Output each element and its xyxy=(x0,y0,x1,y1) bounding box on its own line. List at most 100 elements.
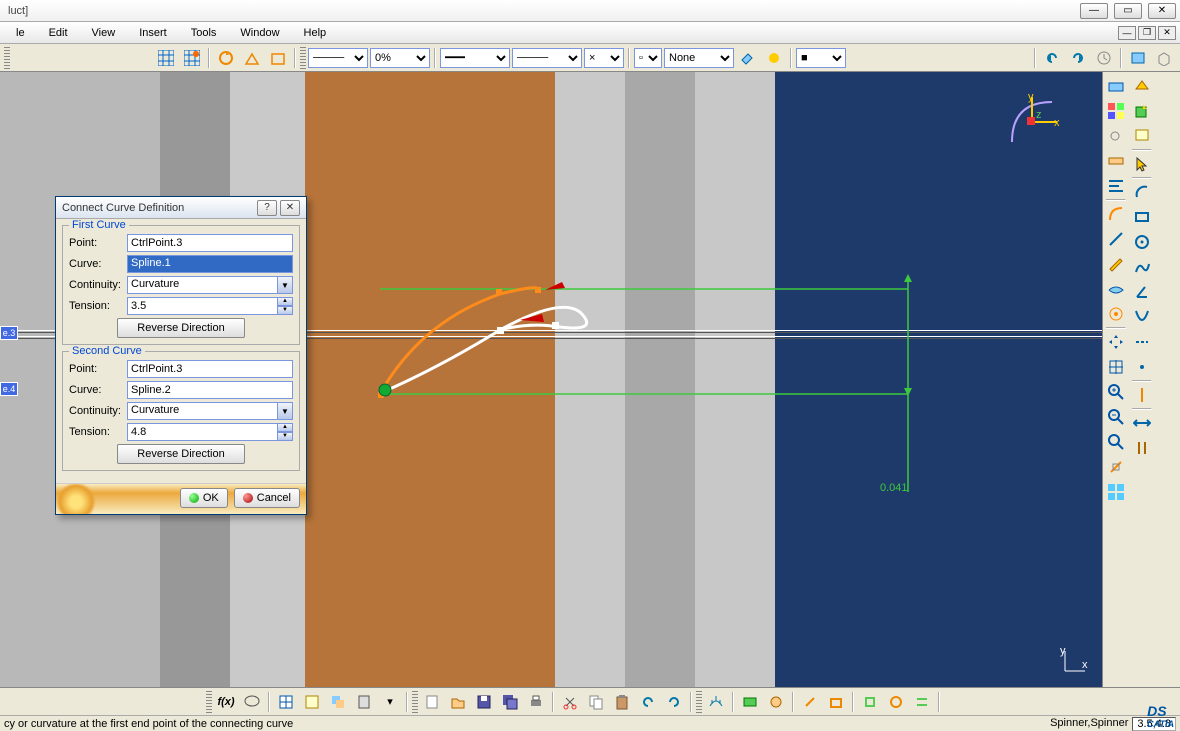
first-reverse-button[interactable]: Reverse Direction xyxy=(117,318,245,338)
circle-arc-icon[interactable] xyxy=(1130,180,1154,204)
cut-icon[interactable] xyxy=(558,690,582,714)
shape-icon[interactable] xyxy=(266,46,290,70)
tangent-line-icon[interactable] xyxy=(1130,383,1154,407)
dialog-help-button[interactable]: ? xyxy=(257,200,277,216)
light-icon[interactable] xyxy=(762,46,786,70)
maximize-button[interactable]: ▭ xyxy=(1114,3,1142,19)
palette-icon[interactable] xyxy=(1104,99,1128,123)
undo-icon[interactable] xyxy=(636,690,660,714)
color-combo[interactable]: ■ xyxy=(796,48,846,68)
mdi-restore-button[interactable]: ❐ xyxy=(1138,26,1156,40)
redo-icon[interactable] xyxy=(662,690,686,714)
undo-icon[interactable] xyxy=(1040,46,1064,70)
select-arrow-icon[interactable] xyxy=(1130,152,1154,176)
annotate-icon[interactable] xyxy=(1130,124,1154,148)
arc-icon[interactable] xyxy=(1104,202,1128,226)
print-icon[interactable] xyxy=(524,690,548,714)
spinner-down-button[interactable]: ▼ xyxy=(277,306,293,315)
toolbar-grip[interactable] xyxy=(300,47,306,69)
dropdown-button[interactable]: ▼ xyxy=(277,402,293,420)
compass-icon[interactable]: x y z xyxy=(1002,92,1062,152)
hresize-icon[interactable] xyxy=(1130,411,1154,435)
menu-view[interactable]: View xyxy=(80,25,128,41)
menu-help[interactable]: Help xyxy=(292,25,339,41)
angle-icon[interactable] xyxy=(1130,280,1154,304)
drafting-icon[interactable] xyxy=(300,690,324,714)
history-icon[interactable] xyxy=(1092,46,1116,70)
first-continuity-combo[interactable]: Curvature xyxy=(127,276,277,294)
diag-constraint-icon[interactable] xyxy=(884,690,908,714)
catalog-icon[interactable] xyxy=(352,690,376,714)
new-icon[interactable] xyxy=(420,690,444,714)
table-icon[interactable] xyxy=(274,690,298,714)
mdi-close-button[interactable]: ✕ xyxy=(1158,26,1176,40)
dim-constraint-icon[interactable] xyxy=(910,690,934,714)
open-icon[interactable] xyxy=(446,690,470,714)
cancel-button[interactable]: Cancel xyxy=(234,488,300,508)
menu-insert[interactable]: Insert xyxy=(127,25,179,41)
analysis-icon[interactable] xyxy=(240,46,264,70)
first-tension-field[interactable] xyxy=(127,297,277,315)
bracket-icon[interactable] xyxy=(1130,436,1154,460)
formula-icon[interactable]: f(x) xyxy=(214,690,238,714)
scale-icon[interactable] xyxy=(1104,149,1128,173)
output3d-icon[interactable] xyxy=(824,690,848,714)
snap-grid-icon[interactable] xyxy=(180,46,204,70)
spinner-down-button[interactable]: ▼ xyxy=(277,432,293,441)
export-icon[interactable] xyxy=(1130,99,1154,123)
minimize-button[interactable]: — xyxy=(1080,3,1108,19)
line-icon[interactable] xyxy=(1104,227,1128,251)
sketch-icon[interactable] xyxy=(1104,252,1128,276)
menu-tools[interactable]: Tools xyxy=(179,25,229,41)
replace-icon[interactable] xyxy=(326,690,350,714)
move-icon[interactable] xyxy=(1104,330,1128,354)
second-point-field[interactable] xyxy=(127,360,293,378)
grid-icon[interactable] xyxy=(154,46,178,70)
toolbar-grip[interactable] xyxy=(4,47,10,69)
catalog-dropdown-icon[interactable]: ▾ xyxy=(378,690,402,714)
normal-view-icon[interactable] xyxy=(1104,455,1128,479)
save-all-icon[interactable] xyxy=(498,690,522,714)
fit-icon[interactable] xyxy=(1104,355,1128,379)
show-constraint-icon[interactable] xyxy=(858,690,882,714)
first-point-field[interactable] xyxy=(127,234,293,252)
convert-icon[interactable] xyxy=(738,690,762,714)
tree-item[interactable]: e.4 xyxy=(0,382,18,396)
save-icon[interactable] xyxy=(472,690,496,714)
parabola-icon[interactable] xyxy=(1130,305,1154,329)
lineweight-combo[interactable]: ━━━ xyxy=(440,48,510,68)
rectangle-icon[interactable] xyxy=(1130,205,1154,229)
toolbar-grip[interactable] xyxy=(206,691,212,713)
point-icon[interactable] xyxy=(1130,355,1154,379)
spinner-up-button[interactable]: ▲ xyxy=(277,297,293,306)
box-icon[interactable] xyxy=(1152,46,1176,70)
second-tension-field[interactable] xyxy=(127,423,277,441)
toolbar-grip[interactable] xyxy=(696,691,702,713)
copy-icon[interactable] xyxy=(584,690,608,714)
linetype-combo[interactable]: ──── xyxy=(308,48,368,68)
ok-button[interactable]: OK xyxy=(180,488,228,508)
toolbar-grip[interactable] xyxy=(412,691,418,713)
paint-icon[interactable] xyxy=(736,46,760,70)
layer-combo[interactable]: None xyxy=(664,48,734,68)
second-continuity-combo[interactable]: Curvature xyxy=(127,402,277,420)
menu-edit[interactable]: Edit xyxy=(37,25,80,41)
toolbox-icon[interactable] xyxy=(1104,74,1128,98)
menu-file[interactable]: le xyxy=(4,25,37,41)
spinner-up-button[interactable]: ▲ xyxy=(277,423,293,432)
dialog-titlebar[interactable]: Connect Curve Definition ? ✕ xyxy=(56,197,306,219)
mdi-minimize-button[interactable]: — xyxy=(1118,26,1136,40)
multi-view-icon[interactable] xyxy=(1104,480,1128,504)
redo-icon[interactable] xyxy=(1066,46,1090,70)
wing-icon[interactable] xyxy=(1104,277,1128,301)
zoom-in-icon[interactable] xyxy=(1104,380,1128,404)
tree-item[interactable]: e.3 xyxy=(0,326,18,340)
workbench-icon[interactable] xyxy=(1130,74,1154,98)
second-reverse-button[interactable]: Reverse Direction xyxy=(117,444,245,464)
zoom-out-icon[interactable] xyxy=(1104,405,1128,429)
dialog-close-button[interactable]: ✕ xyxy=(280,200,300,216)
view-icon[interactable] xyxy=(1126,46,1150,70)
close-button[interactable]: ✕ xyxy=(1148,3,1176,19)
zoom-window-icon[interactable] xyxy=(1104,430,1128,454)
menu-window[interactable]: Window xyxy=(228,25,291,41)
